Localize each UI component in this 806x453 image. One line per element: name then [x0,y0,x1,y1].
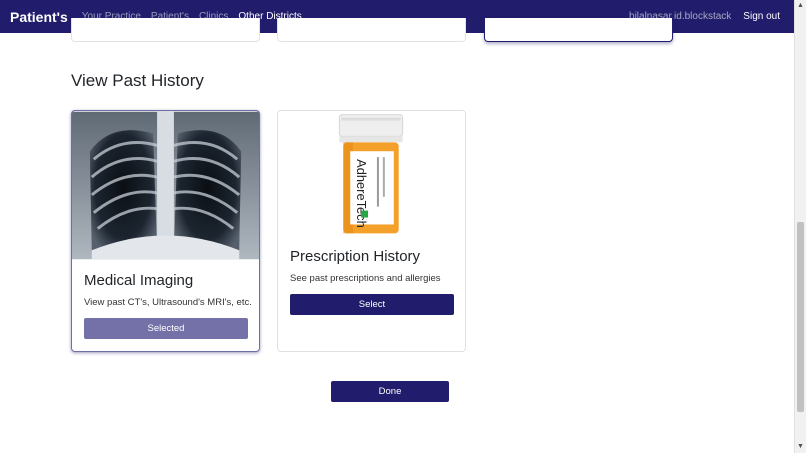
previous-card-3-selected[interactable] [484,18,673,42]
card-title: Medical Imaging [84,272,194,289]
card-title: Prescription History [290,248,421,265]
pill-bottle-image: AdhereTech [278,111,465,235]
selected-button[interactable]: Selected [84,318,248,339]
signout-link[interactable]: Sign out [743,11,780,22]
medical-imaging-card[interactable]: Medical Imaging View past CT's, Ultrasou… [71,110,260,352]
page-scrollbar[interactable]: ▲ ▼ [794,0,806,453]
scroll-thumb[interactable] [797,222,804,412]
previous-card-2[interactable] [277,18,466,42]
chest-xray-image [72,111,259,260]
card-description: See past prescriptions and allergies [290,273,441,284]
card-description: View past CT's, Ultrasound's MRI's, etc. [84,297,252,308]
done-button[interactable]: Done [331,381,449,402]
brand-link[interactable]: Patient's [10,9,68,25]
prescription-history-card[interactable]: AdhereTech Prescription History See past… [277,110,466,352]
section-title: View Past History [71,71,204,90]
scroll-up-icon[interactable]: ▲ [795,0,806,12]
select-button[interactable]: Select [290,294,454,315]
scroll-down-icon[interactable]: ▼ [795,441,806,453]
previous-card-1[interactable] [71,18,260,42]
